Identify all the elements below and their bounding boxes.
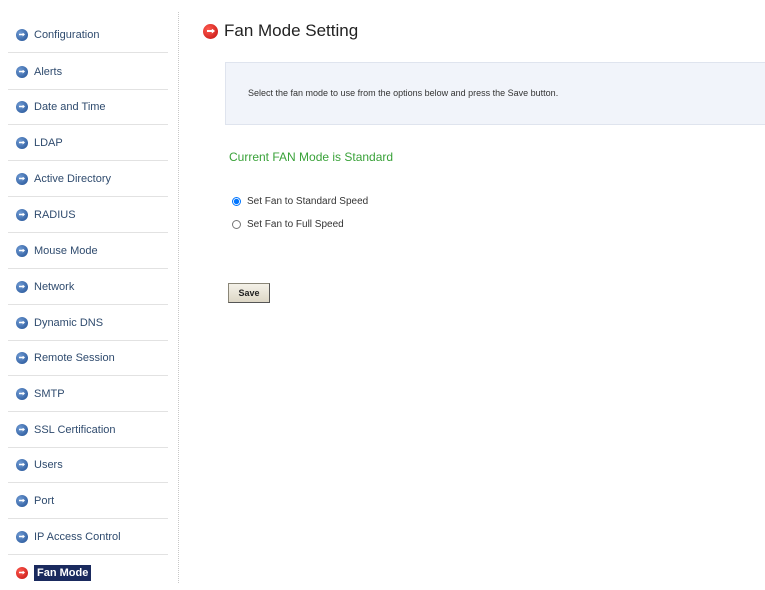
sidebar-item-ssl-certification[interactable]: SSL Certification xyxy=(8,412,168,448)
sidebar-item-ldap[interactable]: LDAP xyxy=(8,125,168,161)
sidebar-item-configuration[interactable]: Configuration xyxy=(8,17,168,53)
sidebar-item-label: Network xyxy=(34,280,75,293)
save-button[interactable]: Save xyxy=(228,283,270,303)
sidebar-item-label: Port xyxy=(34,494,55,507)
sidebar-item-label: Active Directory xyxy=(34,172,112,185)
sidebar-item-dynamic-dns[interactable]: Dynamic DNS xyxy=(8,305,168,341)
sidebar-item-label: SMTP xyxy=(34,387,65,400)
arrow-circle-icon xyxy=(16,530,28,543)
arrow-circle-icon xyxy=(16,65,28,78)
arrow-circle-icon xyxy=(16,172,28,185)
sidebar-item-users[interactable]: Users xyxy=(8,447,168,483)
sidebar-item-network[interactable]: Network xyxy=(8,269,168,305)
arrow-circle-icon xyxy=(203,23,218,39)
page-title: Fan Mode Setting xyxy=(203,21,358,41)
full-speed-radio[interactable] xyxy=(232,220,241,229)
arrow-circle-icon xyxy=(16,244,28,257)
sidebar-item-smtp[interactable]: SMTP xyxy=(8,376,168,412)
sidebar-item-active-directory[interactable]: Active Directory xyxy=(8,161,168,197)
arrow-circle-icon xyxy=(16,458,28,471)
arrow-circle-icon xyxy=(16,494,28,507)
current-mode-status: Current FAN Mode is Standard xyxy=(229,150,394,164)
sidebar-item-label: SSL Certification xyxy=(34,423,116,436)
sidebar-item-label: Alerts xyxy=(34,65,63,78)
arrow-circle-icon xyxy=(16,28,28,41)
sidebar-item-label: Remote Session xyxy=(34,351,115,364)
arrow-circle-icon xyxy=(16,351,28,364)
sidebar-item-radius[interactable]: RADIUS xyxy=(8,197,168,233)
standard-speed-radio[interactable] xyxy=(232,197,241,206)
arrow-circle-icon xyxy=(16,136,28,149)
page-title-text: Fan Mode Setting xyxy=(224,21,359,40)
arrow-circle-icon xyxy=(16,316,28,329)
arrow-circle-icon xyxy=(16,280,28,293)
sidebar-item-label: Users xyxy=(34,458,63,471)
instructions-panel: Select the fan mode to use from the opti… xyxy=(225,62,765,125)
option-label: Set Fan to Full Speed xyxy=(247,219,344,230)
sidebar-item-port[interactable]: Port xyxy=(8,483,168,519)
arrow-circle-icon xyxy=(16,387,28,400)
instructions-text: Select the fan mode to use from the opti… xyxy=(248,88,559,98)
sidebar-item-label: Configuration xyxy=(34,28,100,41)
arrow-circle-icon xyxy=(16,208,28,221)
sidebar-item-label: LDAP xyxy=(34,136,63,149)
sidebar-item-label: IP Access Control xyxy=(34,530,121,543)
sidebar-item-mouse-mode[interactable]: Mouse Mode xyxy=(8,233,168,269)
sidebar-item-ip-access-control[interactable]: IP Access Control xyxy=(8,519,168,555)
option-full-speed[interactable]: Set Fan to Full Speed xyxy=(232,219,344,230)
option-standard-speed[interactable]: Set Fan to Standard Speed xyxy=(232,196,368,207)
sidebar-nav: Configuration Alerts Date and Time LDAP … xyxy=(8,0,179,583)
arrow-circle-icon xyxy=(16,566,28,579)
sidebar-item-date-and-time[interactable]: Date and Time xyxy=(8,89,168,125)
arrow-circle-icon xyxy=(16,423,28,436)
option-label: Set Fan to Standard Speed xyxy=(247,196,369,207)
sidebar-item-label: Date and Time xyxy=(34,100,106,113)
sidebar-item-alerts[interactable]: Alerts xyxy=(8,54,168,90)
sidebar-item-label: Dynamic DNS xyxy=(34,316,104,329)
sidebar-item-label: RADIUS xyxy=(34,208,76,221)
sidebar-item-label: Fan Mode xyxy=(34,564,92,581)
sidebar-item-remote-session[interactable]: Remote Session xyxy=(8,340,168,376)
arrow-circle-icon xyxy=(16,100,28,113)
sidebar-divider xyxy=(178,12,179,583)
sidebar-item-label: Mouse Mode xyxy=(34,244,98,257)
sidebar-item-fan-mode[interactable]: Fan Mode xyxy=(8,555,168,590)
